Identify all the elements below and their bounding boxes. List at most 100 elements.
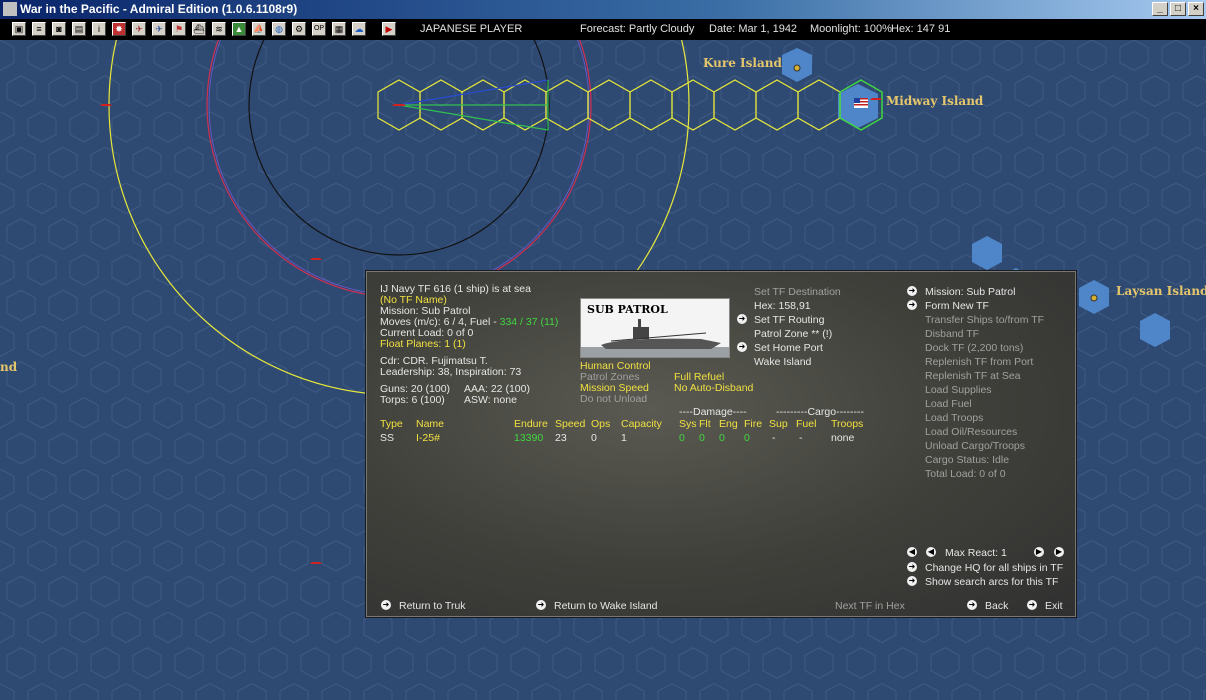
col-sys: Sys (679, 418, 697, 430)
globe-icon[interactable]: ◍ (272, 22, 286, 36)
unload-cargo-troops[interactable]: Unload Cargo/Troops (925, 440, 1025, 452)
col-sup: Sup (769, 418, 788, 430)
patrol-zone-value: Patrol Zone ** (!) (754, 328, 833, 340)
database-icon[interactable]: ▦ (332, 22, 346, 36)
load-fuel[interactable]: Load Fuel (925, 398, 972, 410)
show-search-arcs[interactable]: Show search arcs for this TF (925, 576, 1058, 588)
minimize-button[interactable]: _ (1152, 2, 1168, 16)
set-home-port-arrow-icon[interactable]: ➜ (737, 342, 747, 352)
col-fuel: Fuel (796, 418, 817, 430)
op-report-icon[interactable]: OP (312, 22, 326, 36)
torps-value: Torps: 6 (100) (380, 394, 445, 406)
max-react-last-icon[interactable]: ▶ (1054, 547, 1064, 557)
max-react-increase-icon[interactable]: ▶ (1034, 547, 1044, 557)
form-new-tf-arrow-icon[interactable]: ➜ (907, 300, 917, 310)
cursor-hex: Hex: 147 91 (891, 23, 951, 35)
no-auto-disband-toggle[interactable]: No Auto-Disband (674, 382, 753, 394)
task-force-icon[interactable]: ≋ (212, 22, 226, 36)
ship-type: SS (380, 432, 395, 444)
next-tf-in-hex[interactable]: Next TF in Hex (835, 600, 905, 612)
tf-marker-1[interactable] (100, 104, 112, 106)
set-tf-destination[interactable]: Set TF Destination (754, 286, 841, 298)
kure-island-marker[interactable] (793, 64, 801, 72)
cargo-status: Cargo Status: Idle (925, 454, 1010, 466)
app-icon (3, 2, 17, 16)
max-react-value: Max React: 1 (945, 547, 1007, 559)
set-tf-routing-arrow-icon[interactable]: ➜ (737, 314, 747, 324)
load-oil-resources[interactable]: Load Oil/Resources (925, 426, 1017, 438)
reports-icon[interactable]: ≡ (32, 22, 46, 36)
tf-marker-3[interactable] (310, 562, 322, 564)
set-tf-routing[interactable]: Set TF Routing (754, 314, 824, 326)
ship-fuel: - (799, 432, 803, 444)
transfer-ships[interactable]: Transfer Ships to/from TF (925, 314, 1044, 326)
replenish-at-sea[interactable]: Replenish TF at Sea (925, 370, 1021, 382)
return-to-truk[interactable]: Return to Truk (399, 600, 466, 612)
air-unit-icon[interactable]: ✈ (132, 22, 146, 36)
tf-616-marker[interactable] (392, 104, 406, 106)
kure-island-label: Kure Island (703, 56, 782, 70)
tf-marker-midway[interactable] (870, 98, 882, 100)
col-speed: Speed (555, 418, 586, 430)
max-react-first-icon[interactable]: ◀ (907, 547, 917, 557)
settings-icon[interactable]: ⚙ (292, 22, 306, 36)
player-side: JAPANESE PLAYER (420, 23, 523, 35)
asw-value: ASW: none (464, 394, 517, 406)
change-hq-arrow-icon[interactable]: ➜ (907, 562, 917, 572)
disband-tf[interactable]: Disband TF (925, 328, 979, 340)
form-new-tf[interactable]: Form New TF (925, 300, 989, 312)
maximize-button[interactable]: □ (1170, 2, 1186, 16)
task-force-panel: IJ Navy TF 616 (1 ship) is at sea (No TF… (365, 270, 1077, 618)
return-to-wake-island[interactable]: Return to Wake Island (554, 600, 658, 612)
replenish-from-port[interactable]: Replenish TF from Port (925, 356, 1033, 368)
ship-fire: 0 (744, 432, 750, 444)
exit-arrow-icon[interactable]: ➜ (1027, 600, 1037, 610)
moonlight: Moonlight: 100% (810, 23, 892, 35)
col-endure: Endure (514, 418, 548, 430)
ground-unit-icon[interactable]: ▲ (232, 22, 246, 36)
return-wake-arrow-icon[interactable]: ➜ (536, 600, 546, 610)
convoy-icon[interactable]: ⛵ (252, 22, 266, 36)
naval-air-icon[interactable]: ✈ (152, 22, 166, 36)
dock-tf[interactable]: Dock TF (2,200 tons) (925, 342, 1023, 354)
cargo-group-header: ---------Cargo-------- (776, 406, 865, 418)
home-port-value: Wake Island (754, 356, 812, 368)
laysan-island-marker[interactable] (1090, 294, 1098, 302)
ship-name[interactable]: I-25# (416, 432, 440, 444)
ship-icon[interactable]: ⛴ (192, 22, 206, 36)
us-flag-icon[interactable] (854, 98, 868, 108)
show-search-arcs-arrow-icon[interactable]: ➜ (907, 576, 917, 586)
col-fire: Fire (744, 418, 763, 430)
ship-list-icon[interactable]: ▤ (72, 22, 86, 36)
leadership: Leadership: 38, Inspiration: 73 (380, 366, 522, 378)
save-game-icon[interactable]: ▣ (12, 22, 26, 36)
ship-ops: 0 (591, 432, 597, 444)
ship-flt: 0 (699, 432, 705, 444)
mission-image-label: SUB PATROL (587, 303, 668, 316)
mission-arrow-icon[interactable]: ➜ (907, 286, 917, 296)
load-supplies[interactable]: Load Supplies (925, 384, 992, 396)
back-button[interactable]: Back (985, 600, 1008, 612)
exit-button[interactable]: Exit (1045, 600, 1063, 612)
back-arrow-icon[interactable]: ➜ (967, 600, 977, 610)
float-planes[interactable]: Float Planes: 1 (1) (380, 338, 466, 350)
submarine-illustration: SUB PATROL (581, 299, 729, 357)
flag-icon[interactable]: ⚑ (172, 22, 186, 36)
max-react-decrease-icon[interactable]: ◀ (926, 547, 936, 557)
intel-icon[interactable]: ◙ (52, 22, 66, 36)
japanese-flag-icon[interactable]: ✸ (112, 22, 126, 36)
ship-sup: - (772, 432, 776, 444)
return-truk-arrow-icon[interactable]: ➜ (381, 600, 391, 610)
tf-marker-2[interactable] (310, 258, 322, 260)
close-button[interactable]: × (1188, 2, 1204, 16)
end-turn-play-icon[interactable]: ▶ (382, 22, 396, 36)
change-hq[interactable]: Change HQ for all ships in TF (925, 562, 1063, 574)
do-not-unload-toggle[interactable]: Do not Unload (580, 393, 647, 405)
midway-island-label: Midway Island (886, 94, 984, 108)
mission-menu[interactable]: Mission: Sub Patrol (925, 286, 1015, 298)
set-home-port[interactable]: Set Home Port (754, 342, 823, 354)
load-troops[interactable]: Load Troops (925, 412, 983, 424)
weather-icon[interactable]: ☁ (352, 22, 366, 36)
info-icon[interactable]: i (92, 22, 106, 36)
ship-eng: 0 (719, 432, 725, 444)
